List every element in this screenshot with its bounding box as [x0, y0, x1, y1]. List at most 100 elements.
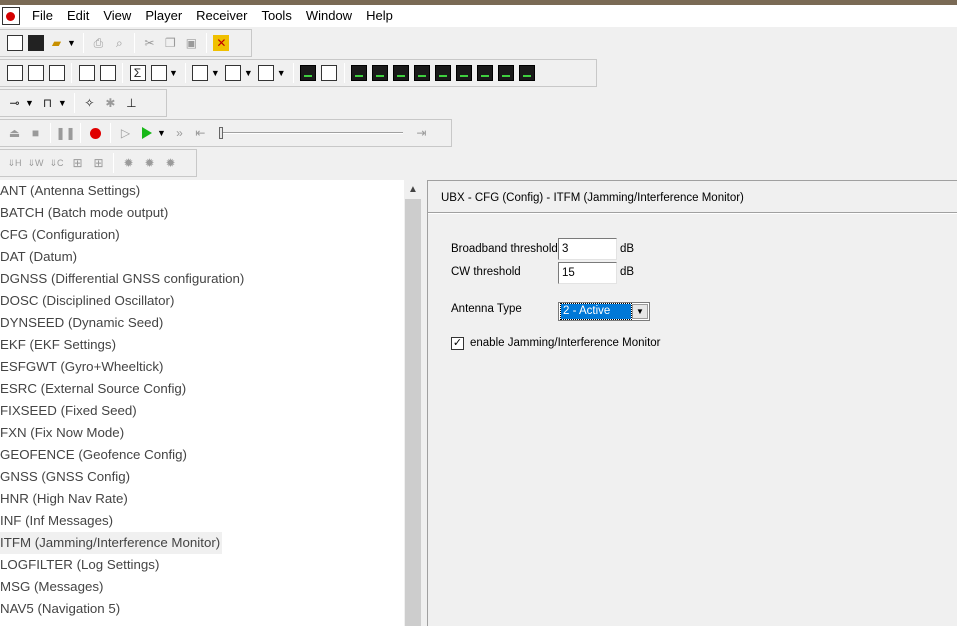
signal-view-icon[interactable]	[393, 65, 410, 81]
binary-console-icon[interactable]	[48, 65, 65, 81]
playback-slider[interactable]	[218, 125, 403, 141]
gear-poll-icon[interactable]: ✹	[121, 155, 137, 171]
text-console-icon[interactable]	[6, 65, 23, 81]
chart-view-icon[interactable]	[225, 65, 242, 81]
print-icon[interactable]: ⎙	[90, 35, 106, 51]
spectrum-view-icon[interactable]	[519, 65, 536, 81]
list-item-selected[interactable]: ITFM (Jamming/Interference Monitor)	[0, 532, 223, 554]
record-icon[interactable]	[88, 125, 104, 141]
clear-icon[interactable]: ✕	[213, 35, 230, 51]
gear-icon[interactable]: ✹	[163, 155, 179, 171]
list-item[interactable]: DYNSEED (Dynamic Seed)	[0, 312, 404, 334]
enable-itfm-label[interactable]: enable Jamming/Interference Monitor	[470, 337, 661, 349]
message-tree-scrollbar[interactable]: ▲	[404, 180, 422, 626]
menu-view[interactable]: View	[97, 5, 139, 27]
menu-file[interactable]: File	[26, 5, 61, 27]
play-icon[interactable]	[139, 125, 155, 141]
list-item[interactable]: GEOFENCE (Geofence Config)	[0, 444, 404, 466]
list-item[interactable]: DAT (Datum)	[0, 246, 404, 268]
statistic-view-icon[interactable]: Σ	[129, 65, 146, 81]
deviation-map-icon[interactable]	[321, 65, 338, 81]
stop-icon[interactable]: ■	[28, 125, 44, 141]
list-view-icon[interactable]	[435, 65, 452, 81]
rewind-to-start-icon[interactable]: ⇤	[192, 125, 208, 141]
pause-icon[interactable]: ❚❚	[55, 125, 75, 141]
enable-itfm-checkbox[interactable]: ✓	[451, 337, 464, 350]
list-item[interactable]: LOGFILTER (Log Settings)	[0, 554, 404, 576]
gear-send-icon[interactable]: ✹	[142, 155, 158, 171]
list-item[interactable]: DGNSS (Differential GNSS configuration)	[0, 268, 404, 290]
list-item[interactable]: ESRC (External Source Config)	[0, 378, 404, 400]
map-view-icon[interactable]	[192, 65, 209, 81]
list-item[interactable]: NAV5 (Navigation 5)	[0, 598, 404, 620]
menu-window[interactable]: Window	[300, 5, 360, 27]
histogram-view-dropdown-icon[interactable]: ▼	[277, 68, 286, 78]
list-item[interactable]: GNSS (GNSS Config)	[0, 466, 404, 488]
fast-forward-icon[interactable]: »	[171, 125, 187, 141]
list-item[interactable]: DOSC (Disciplined Oscillator)	[0, 290, 404, 312]
histogram-view-icon[interactable]	[258, 65, 275, 81]
messages-view-icon[interactable]	[78, 65, 95, 81]
menu-receiver[interactable]: Receiver	[190, 5, 255, 27]
packet-console-icon[interactable]	[27, 65, 44, 81]
configuration-view-icon[interactable]	[99, 65, 116, 81]
connection-dropdown-icon[interactable]: ▼	[25, 98, 34, 108]
menu-player[interactable]: Player	[139, 5, 190, 27]
open-folder-icon[interactable]: ▰	[49, 35, 65, 51]
broadband-threshold-input[interactable]	[558, 238, 617, 260]
menu-help[interactable]: Help	[360, 5, 401, 27]
cw-threshold-input[interactable]	[558, 262, 617, 284]
map-view-dropdown-icon[interactable]: ▼	[211, 68, 220, 78]
app-icon[interactable]	[2, 7, 20, 25]
new-file-icon[interactable]	[6, 35, 23, 51]
list-item[interactable]: BATCH (Batch mode output)	[0, 202, 404, 224]
eject-icon[interactable]: ⏏	[7, 125, 23, 141]
list-item[interactable]: FXN (Fix Now Mode)	[0, 422, 404, 444]
baudrate-dropdown-icon[interactable]: ▼	[58, 98, 67, 108]
list-item[interactable]: ANT (Antenna Settings)	[0, 180, 404, 202]
step-icon[interactable]: ▷	[118, 125, 134, 141]
save-icon[interactable]	[27, 35, 44, 51]
table-view-dropdown-icon[interactable]: ▼	[169, 68, 178, 78]
menu-tools[interactable]: Tools	[255, 5, 299, 27]
dop-view-icon[interactable]	[414, 65, 431, 81]
play-dropdown-icon[interactable]: ▼	[157, 128, 166, 138]
list-item[interactable]: ESFGWT (Gyro+Wheeltick)	[0, 356, 404, 378]
baudrate-icon[interactable]: ⊓	[39, 95, 55, 111]
list-item[interactable]: INF (Inf Messages)	[0, 510, 404, 532]
chart-view-dropdown-icon[interactable]: ▼	[244, 68, 253, 78]
paste-icon[interactable]: ▣	[183, 35, 199, 51]
clock-view-icon[interactable]	[498, 65, 515, 81]
grid-poll-icon[interactable]: ⊞	[70, 155, 86, 171]
table-view-icon[interactable]	[150, 65, 167, 81]
list-item[interactable]: HNR (High Nav Rate)	[0, 488, 404, 510]
copy-icon[interactable]: ❐	[162, 35, 178, 51]
connection-icon[interactable]: ⊸	[7, 95, 23, 111]
w-icon[interactable]: ⇓ W	[27, 155, 43, 171]
list-item[interactable]: FIXSEED (Fixed Seed)	[0, 400, 404, 422]
satellite-view-icon[interactable]	[456, 65, 473, 81]
playback-slider-thumb[interactable]	[218, 127, 223, 139]
cut-icon[interactable]: ✂	[141, 35, 157, 51]
camera-view-icon[interactable]	[300, 65, 317, 81]
scrollbar-thumb[interactable]	[405, 199, 421, 626]
c-icon[interactable]: ⇓ C	[49, 155, 65, 171]
debug-bug-icon[interactable]: ✱	[102, 95, 118, 111]
antenna-type-select[interactable]: 2 - Active ▼	[558, 302, 650, 321]
open-dropdown-icon[interactable]: ▼	[67, 38, 76, 48]
print-preview-icon[interactable]: ⌕	[111, 35, 127, 51]
list-item[interactable]: CFG (Configuration)	[0, 224, 404, 246]
sky-view-icon[interactable]	[351, 65, 368, 81]
menu-edit[interactable]: Edit	[61, 5, 97, 27]
scroll-up-icon[interactable]: ▲	[404, 180, 422, 198]
data-view-icon[interactable]	[372, 65, 389, 81]
autobauding-wand-icon[interactable]: ✧	[81, 95, 97, 111]
grid-send-icon[interactable]: ⊞	[91, 155, 107, 171]
download-icon[interactable]: ⊥	[123, 95, 139, 111]
list-item[interactable]: MSG (Messages)	[0, 576, 404, 598]
skip-to-end-icon[interactable]: ⇥	[413, 125, 429, 141]
list-item[interactable]: EKF (EKF Settings)	[0, 334, 404, 356]
chevron-down-icon[interactable]: ▼	[632, 304, 648, 319]
compass-view-icon[interactable]	[477, 65, 494, 81]
h-icon[interactable]: ⇓ H	[7, 155, 23, 171]
